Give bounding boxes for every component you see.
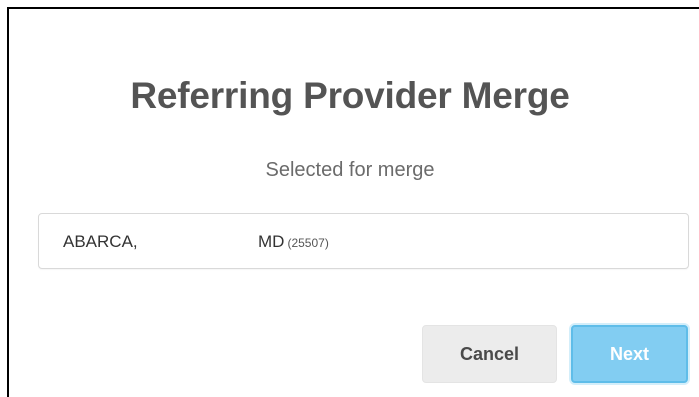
provider-last-name: ABARCA, bbox=[63, 232, 138, 251]
provider-credential-group: MD (25507) bbox=[258, 232, 329, 252]
provider-credential: MD bbox=[258, 232, 285, 251]
next-button[interactable]: Next bbox=[571, 325, 688, 383]
provider-id: (25507) bbox=[287, 236, 329, 250]
dialog-subtitle: Selected for merge bbox=[265, 159, 435, 181]
selected-provider-card: ABARCA, MD (25507) bbox=[38, 213, 689, 269]
merge-dialog: Referring Provider Merge Selected for me… bbox=[7, 7, 699, 397]
dialog-title: Referring Provider Merge bbox=[130, 75, 570, 116]
cancel-button[interactable]: Cancel bbox=[422, 325, 557, 383]
